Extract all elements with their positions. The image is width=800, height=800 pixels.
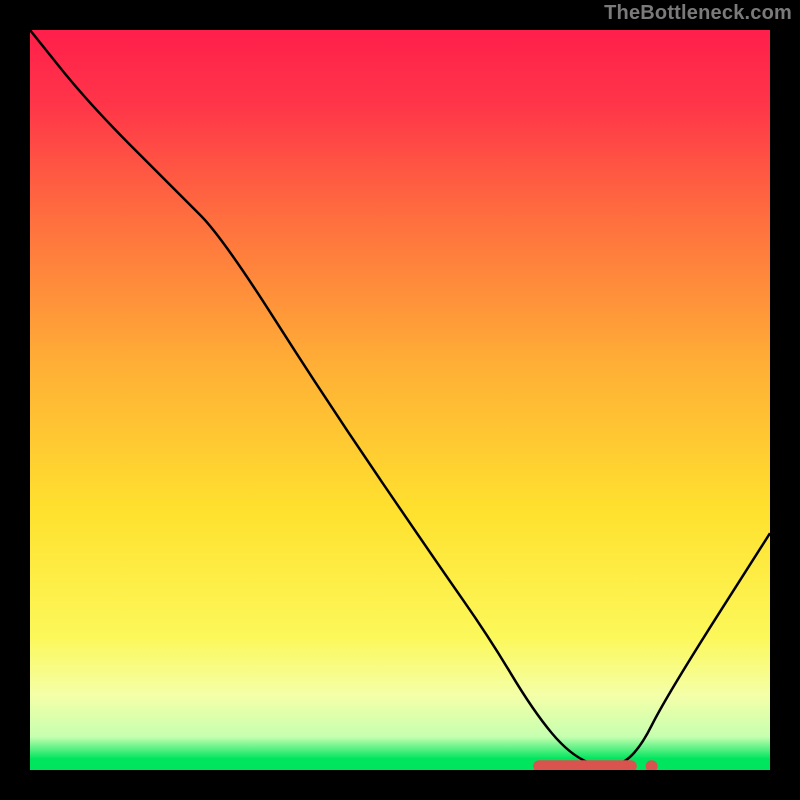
chart-stage: TheBottleneck.com (0, 0, 800, 800)
optimal-range-dot (646, 760, 658, 772)
attribution-label: TheBottleneck.com (604, 2, 792, 25)
bottleneck-chart (0, 0, 800, 800)
plot-background (30, 30, 770, 770)
optimal-range-bar (533, 760, 637, 772)
